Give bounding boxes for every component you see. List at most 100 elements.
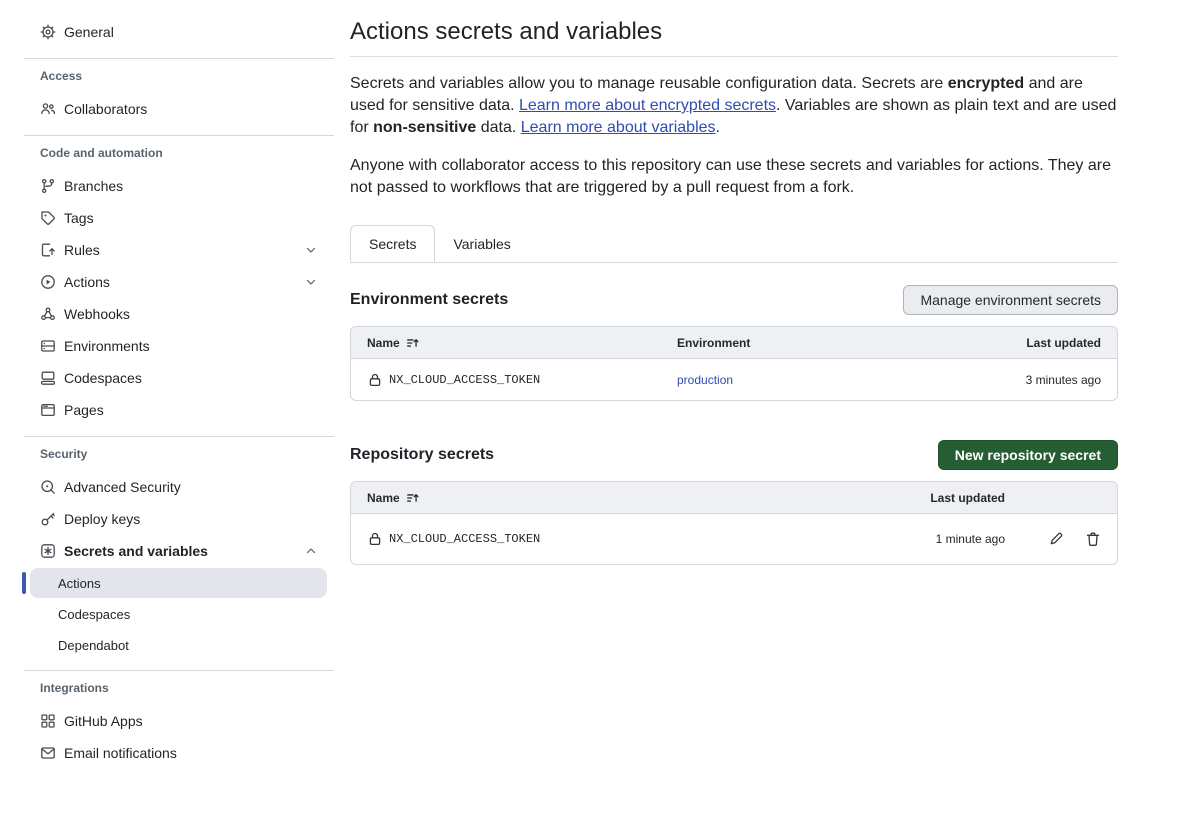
sidebar-item-environments[interactable]: Environments — [24, 330, 334, 362]
sidebar-divider — [24, 58, 334, 59]
chevron-up-icon — [304, 544, 318, 558]
sort-ascending-icon — [406, 491, 420, 505]
settings-sidebar: General Access Collaborators Code and au… — [0, 0, 334, 837]
subnav-item-label: Codespaces — [58, 607, 130, 622]
column-header-name[interactable]: Name — [367, 336, 400, 350]
secret-last-updated: 3 minutes ago — [1026, 373, 1101, 387]
sidebar-item-label: Email notifications — [64, 745, 177, 761]
sidebar-item-email-notifications[interactable]: Email notifications — [24, 737, 334, 769]
lock-icon — [367, 372, 383, 388]
browser-icon — [40, 402, 56, 418]
sidebar-item-codespaces[interactable]: Codespaces — [24, 362, 334, 394]
subnav-item-codespaces[interactable]: Codespaces — [30, 599, 327, 629]
sidebar-section-integrations: Integrations — [24, 681, 334, 695]
chevron-down-icon — [304, 275, 318, 289]
main-content: Actions secrets and variables Secrets an… — [350, 0, 1118, 837]
environment-secrets-heading: Environment secrets — [350, 291, 508, 309]
intro-text: data. — [476, 119, 520, 136]
sidebar-item-label: Codespaces — [64, 370, 142, 386]
environment-link[interactable]: production — [677, 373, 1026, 387]
codespaces-icon — [40, 370, 56, 386]
repository-secret-row: NX_CLOUD_ACCESS_TOKEN 1 minute ago — [351, 514, 1117, 564]
sidebar-item-secrets-and-variables[interactable]: Secrets and variables — [24, 535, 334, 567]
delete-trash-icon[interactable] — [1085, 531, 1101, 547]
repository-secrets-table: Name Last updated NX_CLOUD_ACCESS_TOKEN … — [350, 481, 1118, 565]
column-header-last-updated[interactable]: Last updated — [1026, 336, 1101, 350]
secrets-variables-subnav: Actions Codespaces Dependabot — [24, 568, 334, 660]
column-header-last-updated[interactable]: Last updated — [930, 491, 1005, 505]
tag-icon — [40, 210, 56, 226]
sidebar-item-label: Advanced Security — [64, 479, 181, 495]
sidebar-section-security: Security — [24, 447, 334, 461]
manage-environment-secrets-button[interactable]: Manage environment secrets — [903, 285, 1118, 315]
sidebar-item-label: Environments — [64, 338, 150, 354]
sidebar-item-label: Deploy keys — [64, 511, 140, 527]
sidebar-item-github-apps[interactable]: GitHub Apps — [24, 705, 334, 737]
sidebar-item-actions[interactable]: Actions — [24, 266, 334, 298]
secret-name: NX_CLOUD_ACCESS_TOKEN — [389, 373, 540, 387]
tab-variables[interactable]: Variables — [435, 225, 528, 262]
sidebar-item-tags[interactable]: Tags — [24, 202, 334, 234]
environment-secret-row: NX_CLOUD_ACCESS_TOKEN production 3 minut… — [351, 359, 1117, 400]
mail-icon — [40, 745, 56, 761]
play-circle-icon — [40, 274, 56, 290]
column-header-name[interactable]: Name — [367, 491, 400, 505]
sidebar-section-access: Access — [24, 69, 334, 83]
repository-table-header: Name Last updated — [351, 482, 1117, 514]
git-branch-icon — [40, 178, 56, 194]
sidebar-item-label: Tags — [64, 210, 94, 226]
environment-table-header: Name Environment Last updated — [351, 327, 1117, 359]
sidebar-item-label: Branches — [64, 178, 123, 194]
column-header-environment[interactable]: Environment — [677, 336, 1026, 350]
rules-icon — [40, 242, 56, 258]
environment-secrets-section: Environment secrets Manage environment s… — [350, 284, 1118, 401]
environment-secrets-table: Name Environment Last updated NX_CLOUD_A… — [350, 326, 1118, 401]
sidebar-item-pages[interactable]: Pages — [24, 394, 334, 426]
sidebar-item-advanced-security[interactable]: Advanced Security — [24, 471, 334, 503]
sidebar-item-rules[interactable]: Rules — [24, 234, 334, 266]
repository-secrets-section: Repository secrets New repository secret… — [350, 439, 1118, 565]
intro-bold-encrypted: encrypted — [948, 75, 1024, 92]
intro-paragraph: Secrets and variables allow you to manag… — [350, 73, 1118, 139]
subnav-item-dependabot[interactable]: Dependabot — [30, 630, 327, 660]
sidebar-item-deploy-keys[interactable]: Deploy keys — [24, 503, 334, 535]
key-icon — [40, 511, 56, 527]
sidebar-section-code-automation: Code and automation — [24, 146, 334, 160]
webhook-icon — [40, 306, 56, 322]
secret-last-updated: 1 minute ago — [936, 532, 1005, 546]
subnav-item-actions[interactable]: Actions — [30, 568, 327, 598]
sidebar-item-label: Collaborators — [64, 101, 147, 117]
tab-secrets[interactable]: Secrets — [350, 225, 435, 262]
sidebar-item-general[interactable]: General — [24, 16, 334, 48]
apps-grid-icon — [40, 713, 56, 729]
repository-secrets-heading: Repository secrets — [350, 446, 494, 464]
sidebar-item-label: Secrets and variables — [64, 543, 208, 559]
edit-pencil-icon[interactable] — [1048, 531, 1064, 547]
codescan-icon — [40, 479, 56, 495]
sidebar-item-collaborators[interactable]: Collaborators — [24, 93, 334, 125]
sidebar-item-label: Rules — [64, 242, 100, 258]
sidebar-item-label: Webhooks — [64, 306, 130, 322]
page-title: Actions secrets and variables — [350, 16, 1118, 48]
sidebar-divider — [24, 436, 334, 437]
secret-name: NX_CLOUD_ACCESS_TOKEN — [389, 532, 540, 546]
collaborator-note: Anyone with collaborator access to this … — [350, 155, 1118, 199]
sidebar-item-label: General — [64, 24, 114, 40]
sidebar-item-label: Actions — [64, 274, 110, 290]
asterisk-box-icon — [40, 543, 56, 559]
intro-bold-non-sensitive: non-sensitive — [373, 119, 476, 136]
sidebar-item-branches[interactable]: Branches — [24, 170, 334, 202]
sidebar-divider — [24, 670, 334, 671]
sidebar-divider — [24, 135, 334, 136]
intro-text: . — [716, 119, 720, 136]
subnav-item-label: Dependabot — [58, 638, 129, 653]
chevron-down-icon — [304, 243, 318, 257]
new-repository-secret-button[interactable]: New repository secret — [938, 440, 1118, 470]
learn-more-variables-link[interactable]: Learn more about variables — [521, 119, 716, 136]
sidebar-item-webhooks[interactable]: Webhooks — [24, 298, 334, 330]
people-icon — [40, 101, 56, 117]
gear-icon — [40, 24, 56, 40]
server-icon — [40, 338, 56, 354]
intro-text: Secrets and variables allow you to manag… — [350, 75, 948, 92]
learn-more-encrypted-secrets-link[interactable]: Learn more about encrypted secrets — [519, 97, 776, 114]
